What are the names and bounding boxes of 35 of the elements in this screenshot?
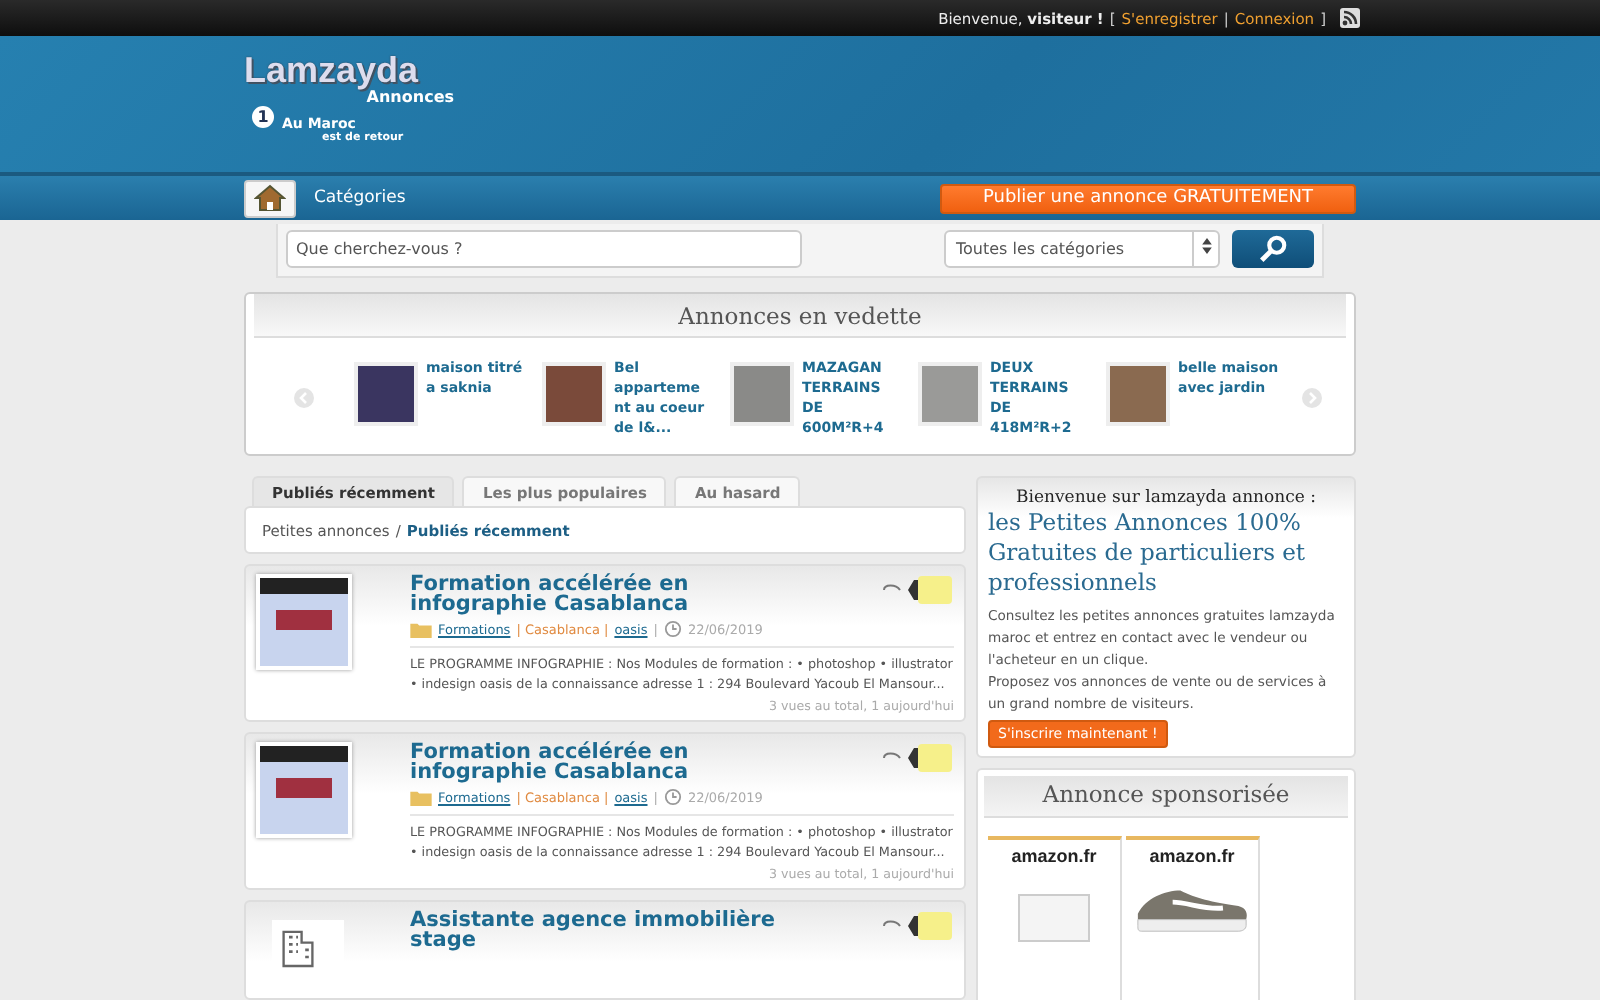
featured-title: Annonces en vedette	[254, 294, 1346, 338]
medal-badge: 1	[252, 106, 274, 128]
amazon-logo: amazon.fr	[1011, 846, 1097, 866]
search-icon	[1258, 234, 1288, 264]
image-placeholder	[1018, 894, 1090, 942]
category-select[interactable]: Toutes les catégories	[944, 230, 1220, 268]
clock-icon	[663, 788, 682, 806]
folder-icon	[410, 789, 432, 805]
rss-icon[interactable]	[1340, 8, 1360, 28]
listing-title[interactable]: Assistante agence immobilière stage	[410, 910, 810, 950]
logo-title: Lamzayda	[244, 52, 421, 88]
price-tag-icon	[882, 910, 954, 942]
search-field[interactable]: Que cherchez-vous ?	[286, 230, 802, 268]
photo-placeholder[interactable]	[1106, 362, 1170, 426]
ad-card[interactable]: amazon.fr	[988, 836, 1122, 1000]
welcome-tagline: les Petites Annonces 100% Gratuites de particuliers et professionnels	[988, 508, 1308, 598]
listing-title[interactable]: Formation accélérée en infographie Casablanca	[410, 742, 810, 782]
folder-icon	[410, 621, 432, 637]
categories-menu[interactable]: Catégories	[314, 188, 406, 208]
dropdown-arrows-icon	[1201, 238, 1211, 254]
photo-placeholder	[256, 742, 352, 838]
amazon-logo: amazon.fr	[1149, 846, 1235, 866]
clock-icon	[663, 620, 682, 638]
home-button[interactable]	[244, 179, 296, 217]
welcome-heading: Bienvenue sur lamzayda annonce :	[1014, 488, 1318, 508]
photo-placeholder	[256, 574, 352, 670]
price-tag-icon	[882, 742, 954, 774]
photo-placeholder[interactable]	[542, 362, 606, 426]
sponsored-title: Annonce sponsorisée	[984, 776, 1348, 818]
price-tag-icon	[882, 574, 954, 606]
ad-card[interactable]: amazon.fr	[1126, 836, 1260, 1000]
listing-title[interactable]: Formation accélérée en infographie Casablanca	[410, 574, 810, 614]
photo-placeholder[interactable]	[354, 362, 418, 426]
search-button[interactable]	[1232, 230, 1314, 268]
logo-subtitle: Annonces	[366, 88, 454, 106]
